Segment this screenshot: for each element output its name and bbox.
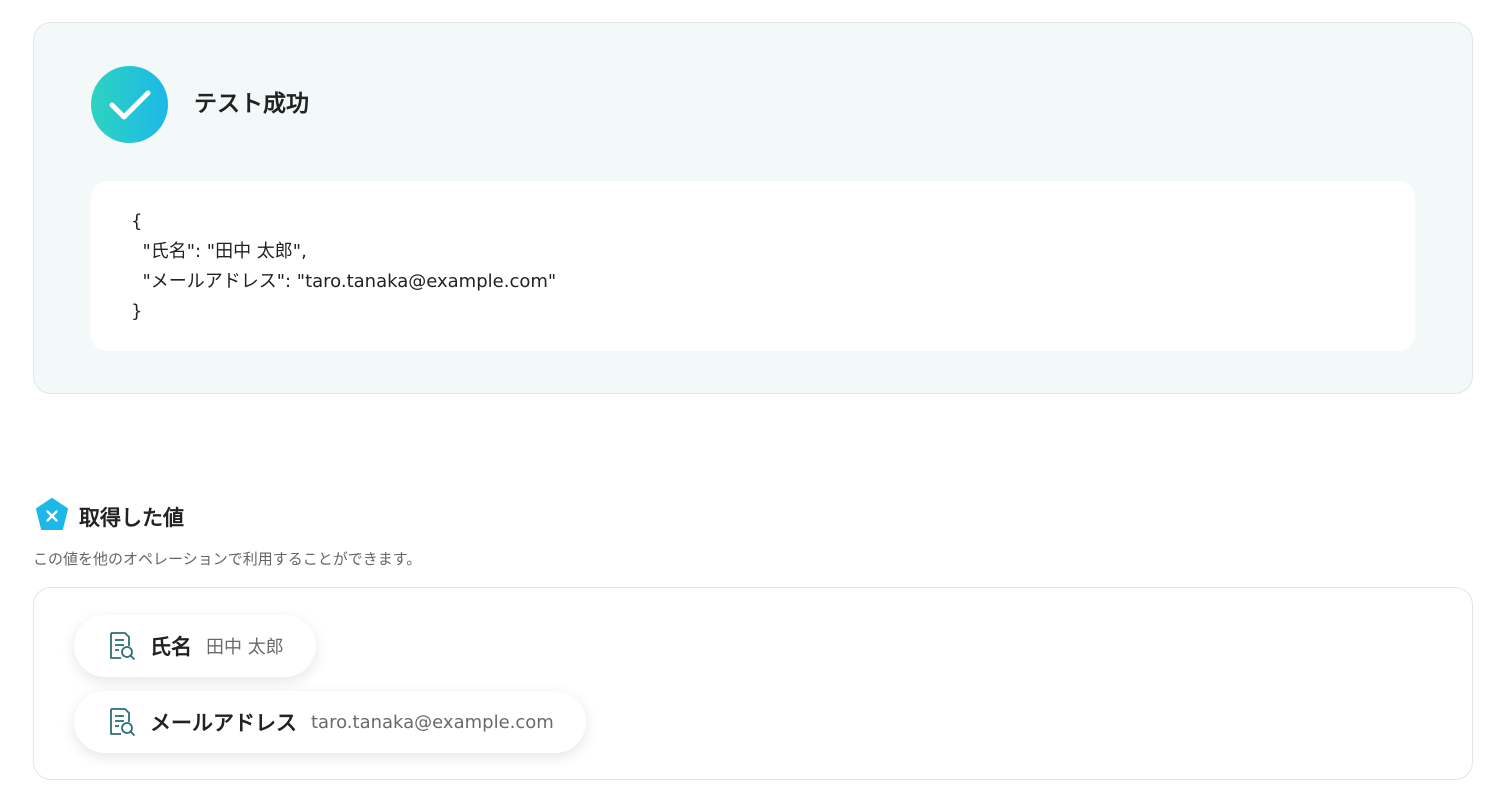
value-chip-email[interactable]: メールアドレス taro.tanaka@example.com — [74, 691, 586, 753]
variable-icon — [35, 498, 69, 536]
value-chip-value: 田中 太郎 — [206, 637, 284, 658]
checkmark-icon — [91, 66, 168, 143]
value-chip-name[interactable]: 氏名 田中 太郎 — [74, 615, 316, 677]
json-output-text: { "氏名": "田中 太郎", "メールアドレス": "taro.tanaka… — [131, 211, 557, 322]
document-search-icon — [106, 707, 136, 737]
acquired-values-title: 取得した値 — [79, 506, 184, 530]
test-success-title: テスト成功 — [194, 91, 309, 117]
test-success-panel: テスト成功 { "氏名": "田中 太郎", "メールアドレス": "taro.… — [33, 22, 1473, 394]
value-chip-value: taro.tanaka@example.com — [311, 711, 554, 733]
acquired-values-panel: 氏名 田中 太郎 メールアドレス taro.tanaka@example.com — [33, 587, 1473, 780]
acquired-values-heading: 取得した値 — [35, 498, 184, 536]
acquired-values-description: この値を他のオペレーションで利用することができます。 — [33, 550, 422, 568]
value-chip-label: 氏名 — [150, 635, 192, 659]
value-chip-label: メールアドレス — [150, 711, 297, 735]
document-search-icon — [106, 631, 136, 661]
json-output-box: { "氏名": "田中 太郎", "メールアドレス": "taro.tanaka… — [91, 181, 1415, 351]
